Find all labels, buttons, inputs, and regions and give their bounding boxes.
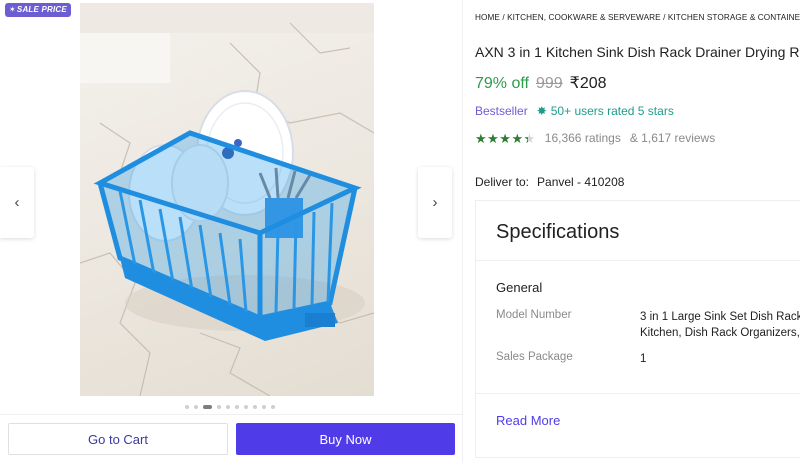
pagination-dot[interactable] (271, 405, 275, 409)
spec-group-title: General (496, 280, 543, 295)
original-price: 999 (535, 75, 563, 92)
bestseller-tag: Bestseller (475, 104, 528, 118)
users-rated-text: 50+ users rated 5 stars (550, 104, 674, 118)
divider (476, 260, 800, 261)
pagination-dot[interactable] (226, 405, 230, 409)
spec-key: Sales Package (496, 351, 573, 363)
image-pagination-dots (185, 405, 275, 409)
product-title: AXN 3 in 1 Kitchen Sink Dish Rack Draine… (475, 44, 800, 60)
spec-key: Model Number (496, 309, 572, 321)
spec-value: 1 (640, 353, 647, 365)
pagination-dot[interactable] (217, 405, 221, 409)
next-image-button[interactable]: › (418, 167, 452, 238)
divider (476, 393, 800, 394)
reviews-count: & 1,617 reviews (629, 131, 716, 145)
discount-percent: 79% off (475, 75, 529, 92)
selling-price: ₹208 (569, 75, 607, 92)
specifications-card: Specifications General Model Number 3 in… (475, 200, 800, 458)
price-row: 79% off 999 ₹208 (475, 73, 607, 93)
star-rating-fill: ★★★★★ (475, 131, 528, 145)
star-icon: ✶ (9, 5, 16, 14)
go-to-cart-button[interactable]: Go to Cart (8, 423, 228, 455)
read-more-link[interactable]: Read More (496, 413, 560, 428)
product-image[interactable] (80, 3, 374, 396)
sale-price-badge: ✶SALE PRICE (5, 3, 71, 17)
pagination-dot[interactable] (185, 405, 189, 409)
deliver-label: Deliver to: (475, 175, 530, 189)
buy-now-button[interactable]: Buy Now (236, 423, 455, 455)
product-gallery: ✶SALE PRICE ‹ › Go to Cart Buy Now (0, 0, 463, 463)
rating-summary[interactable]: ★★★★★★★★★★ 16,366 ratings & 1,617 review… (475, 131, 715, 145)
deliver-pincode: Panvel - 410208 (537, 175, 625, 189)
pagination-dot[interactable] (253, 405, 257, 409)
star-rating: ★★★★★★★★★★ (475, 130, 536, 146)
spec-value: 3 in 1 Large Sink Set Dish Rack D Kitche… (640, 311, 800, 339)
divider (0, 414, 463, 415)
pagination-dot[interactable] (235, 405, 239, 409)
specifications-heading: Specifications (496, 221, 620, 243)
pagination-dot[interactable] (262, 405, 266, 409)
chevron-left-icon: ‹ (14, 194, 20, 211)
users-rated-tag: ✸ 50+ users rated 5 stars (537, 104, 674, 118)
pagination-dot[interactable] (194, 405, 198, 409)
product-details: HOME / KITCHEN, COOKWARE & SERVEWARE / K… (475, 0, 800, 463)
breadcrumb[interactable]: HOME / KITCHEN, COOKWARE & SERVEWARE / K… (475, 13, 800, 22)
previous-image-button[interactable]: ‹ (0, 167, 34, 238)
sparkle-icon: ✸ (536, 104, 547, 118)
ratings-count: 16,366 ratings (544, 131, 621, 145)
dish-rack-illustration (80, 3, 374, 396)
delivery-location[interactable]: Deliver to: Panvel - 410208 (475, 175, 624, 189)
highlight-tags: Bestseller ✸ 50+ users rated 5 stars (475, 104, 674, 118)
pagination-dot[interactable] (203, 405, 212, 409)
pagination-dot[interactable] (244, 405, 248, 409)
chevron-right-icon: › (432, 194, 438, 211)
